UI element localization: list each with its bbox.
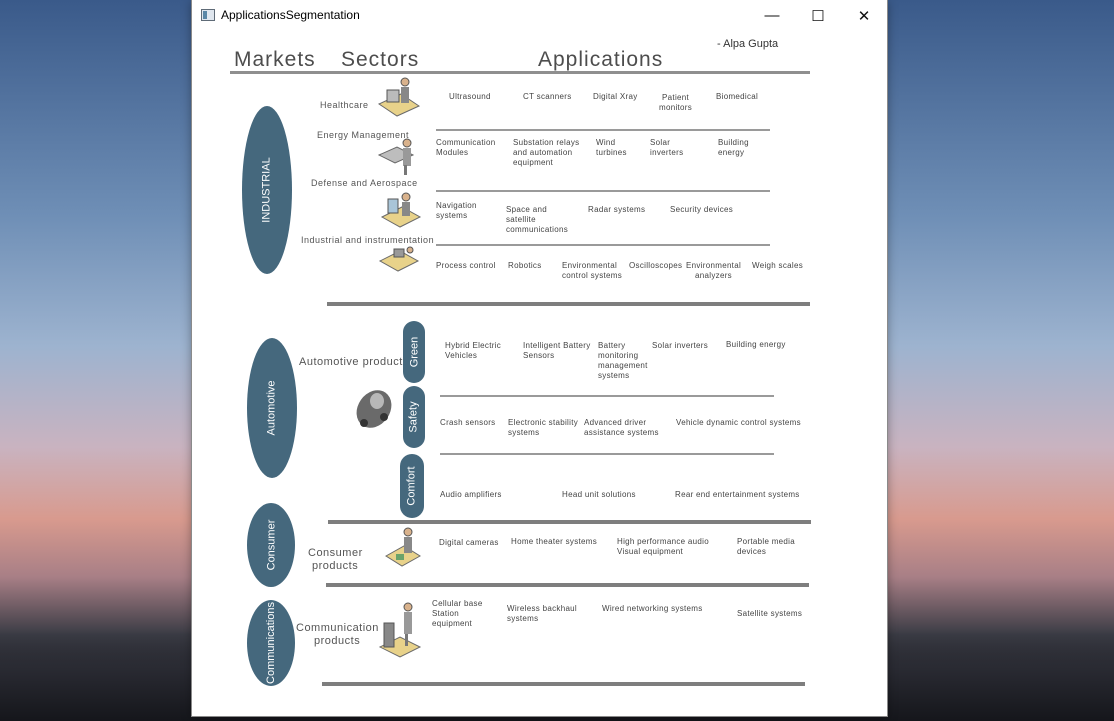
app-item: Electronic stability systems	[508, 418, 579, 437]
rule-defense	[436, 244, 770, 246]
car-icon	[356, 390, 392, 428]
consumer-figure-icon	[385, 527, 421, 567]
subsector-safety-label: Safety	[408, 401, 420, 433]
sector-consumer-products-line1: Consumer	[308, 547, 363, 559]
app-item: Navigation systems	[436, 201, 477, 220]
sectors-heading: Sectors	[341, 48, 420, 71]
subsector-green: Green	[403, 321, 425, 383]
industrial-figure-icon	[378, 246, 420, 272]
app-item: Solar inverters	[650, 138, 684, 157]
maximize-button[interactable]: ☐	[795, 0, 841, 31]
header-rule	[230, 71, 810, 74]
app-item: Wireless backhaul systems	[507, 604, 578, 623]
sector-communication-products-line2: products	[314, 635, 361, 647]
sector-healthcare: Healthcare	[320, 100, 369, 110]
applications-heading: Applications	[538, 48, 664, 71]
app-item: Environmental analyzers	[686, 261, 742, 280]
sector-defense: Defense and Aerospace	[311, 178, 418, 188]
app-item: Space and satellite communications	[506, 205, 569, 234]
app-item: Rear end entertainment systems	[675, 490, 800, 499]
app-item: Satellite systems	[737, 609, 803, 618]
market-industrial-label: INDUSTRIAL	[261, 157, 273, 223]
app-item: Wind turbines	[596, 138, 627, 157]
subsector-comfort-label: Comfort	[406, 466, 418, 506]
app-item: Advanced driver assistance systems	[584, 418, 659, 437]
rule-consumer-end	[326, 583, 809, 587]
app-item: Wired networking systems	[602, 604, 703, 613]
app-item: Battery monitoring management systems	[598, 341, 648, 380]
window-title: ApplicationsSegmentation	[221, 8, 360, 22]
rule-green	[440, 395, 774, 397]
app-item: Hybrid Electric Vehicles	[445, 341, 502, 360]
app-item: Process control	[436, 261, 496, 270]
healthcare-figure-icon	[377, 77, 421, 117]
market-automotive: Automotive	[247, 338, 297, 478]
author-label: - Alpa Gupta	[717, 38, 779, 50]
app-icon	[201, 9, 215, 21]
markets-heading: Markets	[234, 48, 316, 71]
app-item: Crash sensors	[440, 418, 496, 427]
market-communications: Communications	[247, 600, 295, 686]
app-item: Home theater systems	[511, 537, 598, 546]
app-item: Ultrasound	[449, 92, 491, 101]
market-consumer-label: Consumer	[265, 519, 277, 571]
sector-consumer-products-line2: products	[312, 560, 359, 572]
defense-figure-icon	[380, 192, 422, 228]
sector-industrial-instrumentation: Industrial and instrumentation	[301, 235, 435, 245]
subsector-comfort: Comfort	[400, 454, 424, 518]
subsector-safety: Safety	[403, 386, 425, 448]
app-window: ApplicationsSegmentation — ☐ ✕ Markets S…	[192, 0, 887, 716]
rule-energy	[436, 190, 770, 192]
rule-healthcare	[436, 129, 770, 131]
rule-industrial-end	[327, 302, 810, 306]
market-automotive-label: Automotive	[266, 380, 278, 436]
app-item: Audio amplifiers	[440, 490, 502, 499]
app-item: Portable media devices	[737, 537, 796, 556]
app-item: Patient monitors	[659, 93, 693, 112]
sector-automotive-products: Automotive products	[299, 356, 409, 368]
market-communications-label: Communications	[265, 602, 278, 684]
app-item: Communication Modules	[436, 138, 496, 157]
app-item: High performance audio Visual equipment	[617, 537, 709, 556]
app-item: Digital cameras	[439, 538, 499, 547]
app-item: Intelligent Battery Sensors	[523, 341, 591, 360]
app-item: Environmental control systems	[562, 261, 623, 280]
rule-automotive-end	[328, 520, 811, 524]
communications-figure-icon	[378, 602, 422, 658]
app-item: Building energy	[718, 138, 749, 157]
app-item: Solar inverters	[652, 341, 709, 350]
app-item: Biomedical	[716, 92, 759, 101]
close-button[interactable]: ✕	[841, 0, 887, 31]
app-item: Substation relays and automation equipme…	[513, 138, 580, 167]
app-item: Security devices	[670, 205, 734, 214]
app-item: Head unit solutions	[562, 490, 636, 499]
app-item: Radar systems	[588, 205, 646, 214]
app-item: Oscilloscopes	[629, 261, 683, 270]
app-item: Building energy	[726, 340, 786, 349]
app-item: Weigh scales	[752, 261, 804, 270]
app-item: CT scanners	[523, 92, 572, 101]
title-bar[interactable]: ApplicationsSegmentation — ☐ ✕	[192, 0, 887, 31]
subsector-green-label: Green	[408, 336, 421, 368]
minimize-button[interactable]: —	[749, 0, 795, 31]
app-item: Digital Xray	[593, 92, 638, 101]
energy-figure-icon	[377, 138, 415, 175]
app-item: Cellular base Station equipment	[432, 599, 483, 628]
sector-communication-products-line1: Communication	[296, 622, 379, 634]
market-consumer: Consumer	[247, 503, 295, 587]
diagram-canvas: Markets Sectors Applications - Alpa Gupt…	[192, 31, 887, 716]
rule-safety	[440, 453, 774, 455]
rule-communications-end	[322, 682, 805, 686]
app-item: Robotics	[508, 261, 542, 270]
app-item: Vehicle dynamic control systems	[676, 418, 801, 427]
market-industrial: INDUSTRIAL	[242, 106, 292, 274]
